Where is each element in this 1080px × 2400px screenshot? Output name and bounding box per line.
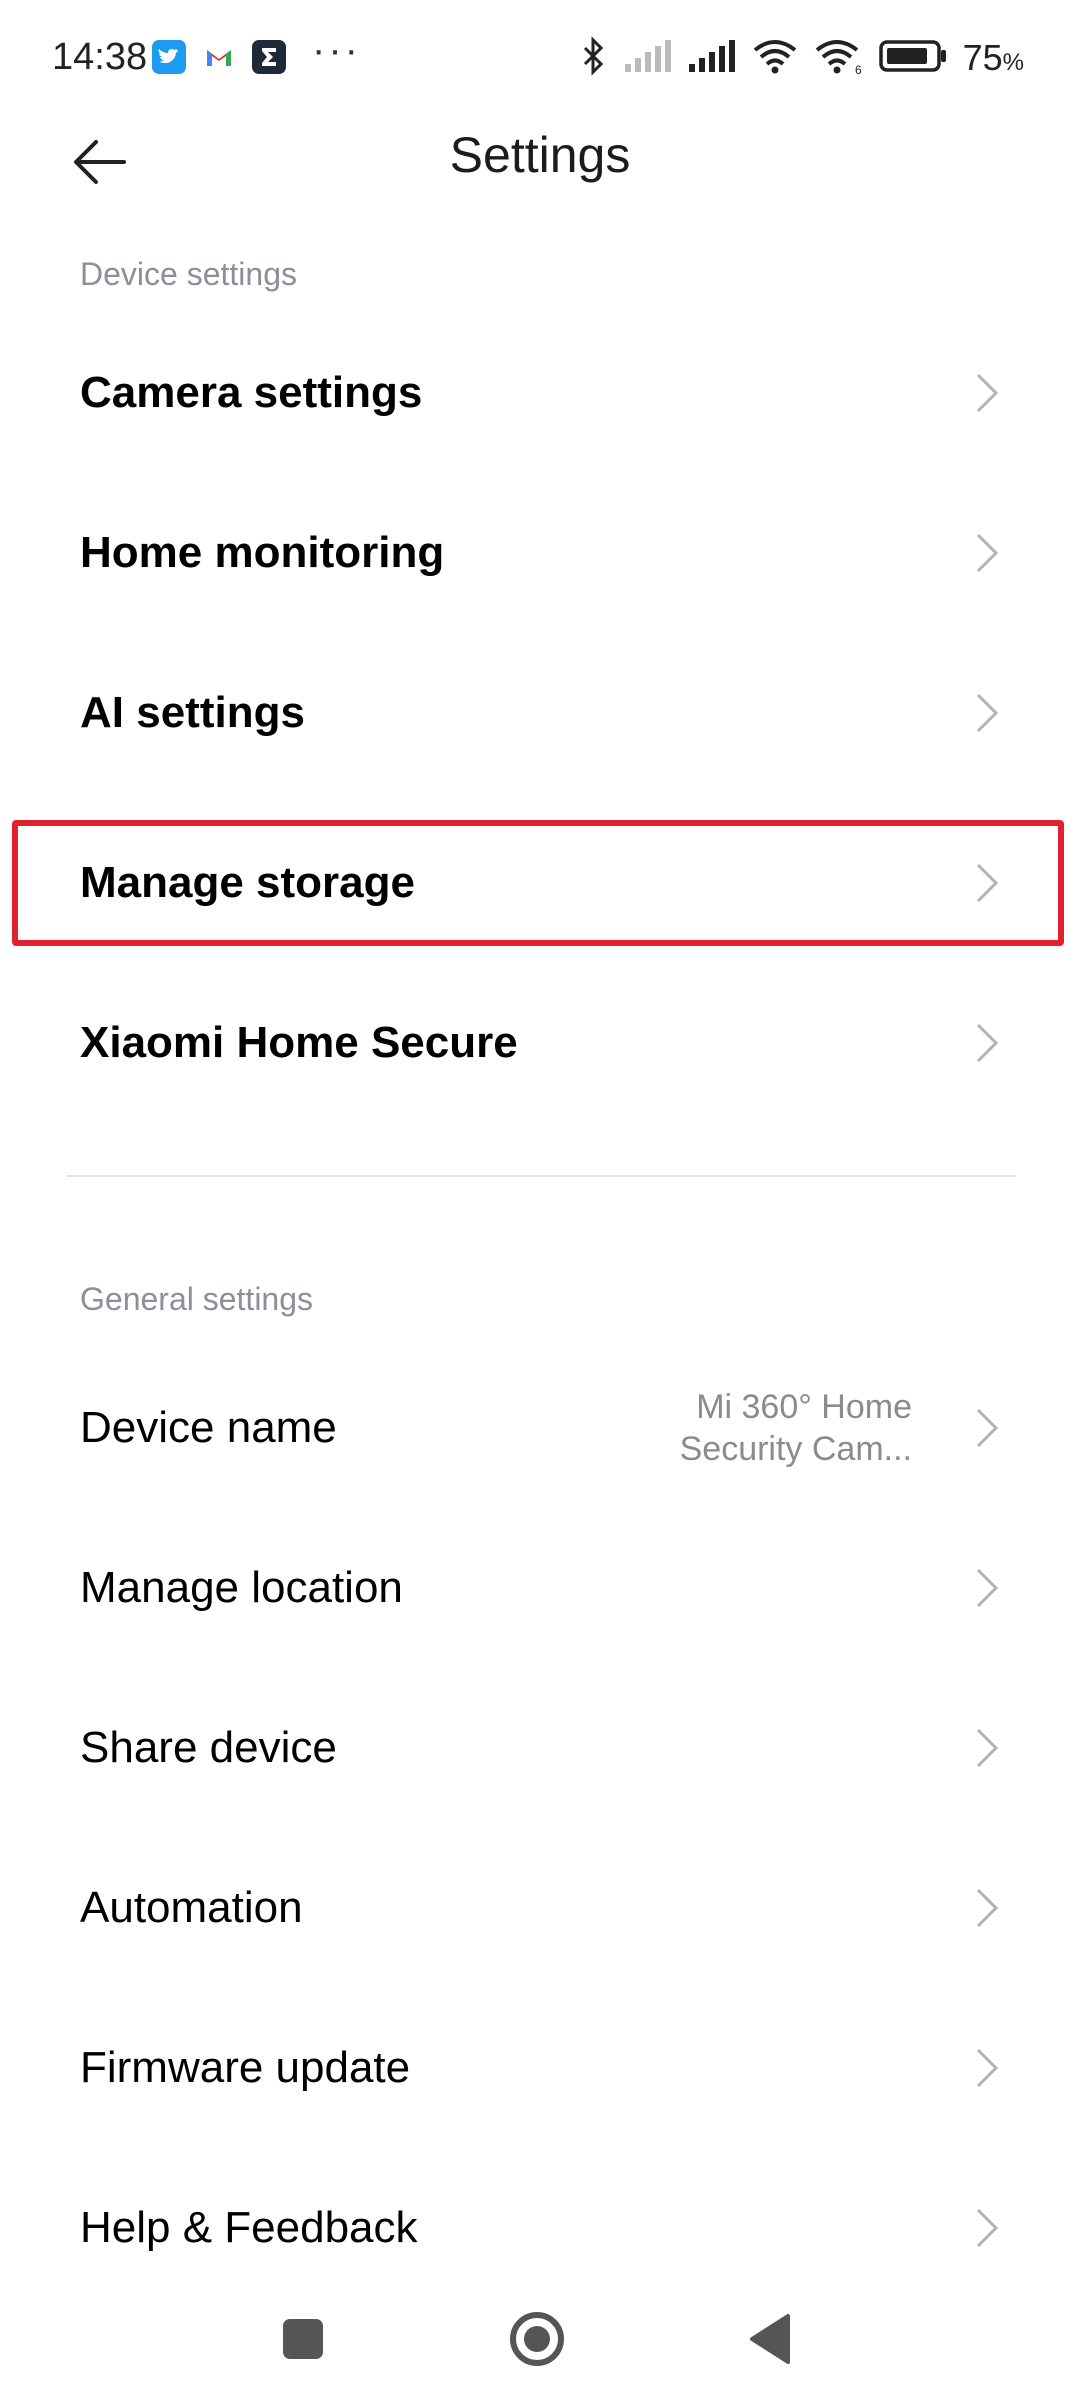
twitter-icon <box>152 40 186 74</box>
sigma-app-icon <box>252 40 286 74</box>
settings-item-home-monitoring[interactable]: Home monitoring <box>0 473 1080 633</box>
section-label-device-settings: Device settings <box>80 256 297 292</box>
device-name-value-line1: Mi 360° Home <box>696 1388 912 1426</box>
page-title: Settings <box>449 127 631 183</box>
chevron-right-icon <box>976 1888 999 1928</box>
chevron-right-icon <box>976 1023 999 1063</box>
settings-item-label: Firmware update <box>80 2043 411 2092</box>
settings-item-label: Device name <box>80 1403 337 1452</box>
chevron-right-icon <box>976 533 999 573</box>
chevron-right-icon <box>976 1728 999 1768</box>
chevron-right-icon <box>976 2048 999 2088</box>
settings-item-camera-settings[interactable]: Camera settings <box>0 313 1080 473</box>
settings-item-label: Help & Feedback <box>80 2203 418 2252</box>
settings-item-device-name[interactable]: Device name Mi 360° Home Security Cam... <box>0 1348 1080 1508</box>
recents-button[interactable] <box>266 2302 340 2376</box>
settings-item-ai-settings[interactable]: AI settings <box>0 633 1080 793</box>
settings-item-automation[interactable]: Automation <box>0 1828 1080 1988</box>
settings-item-label: Manage location <box>80 1563 403 1612</box>
chevron-right-icon <box>976 693 999 733</box>
settings-item-firmware-update[interactable]: Firmware update <box>0 1988 1080 2148</box>
settings-item-xiaomi-home-secure[interactable]: Xiaomi Home Secure <box>0 963 1080 1123</box>
highlight-box <box>12 820 1064 946</box>
gmail-icon <box>202 40 236 74</box>
back-nav-button[interactable] <box>734 2302 808 2376</box>
settings-item-label: Automation <box>80 1883 303 1932</box>
chevron-right-icon <box>976 1408 999 1448</box>
section-label-general-settings: General settings <box>80 1281 314 1317</box>
more-icon: ··· <box>312 28 361 72</box>
section-divider <box>66 1175 1016 1177</box>
status-time: 14:38 <box>52 36 148 78</box>
circle-icon <box>510 2312 564 2366</box>
square-icon <box>283 2319 323 2359</box>
settings-item-label: Camera settings <box>80 368 423 417</box>
signal-icon <box>623 38 673 79</box>
svg-text:6: 6 <box>855 63 862 76</box>
settings-item-label: Share device <box>80 1723 337 1772</box>
chevron-right-icon <box>976 373 999 413</box>
settings-item-share-device[interactable]: Share device <box>0 1668 1080 1828</box>
chevron-right-icon <box>976 2208 999 2248</box>
signal-icon <box>687 38 737 79</box>
battery-percent: 75% <box>962 37 1024 78</box>
wifi-icon <box>751 36 799 81</box>
settings-item-label: Home monitoring <box>80 528 445 577</box>
device-name-value-line2: Security Cam... <box>679 1430 912 1468</box>
triangle-left-icon <box>750 2314 790 2364</box>
status-bar: 14:38 ··· 6 75% <box>0 0 1080 116</box>
settings-item-label: AI settings <box>80 688 305 737</box>
bluetooth-icon <box>579 35 609 81</box>
settings-item-manage-location[interactable]: Manage location <box>0 1508 1080 1668</box>
battery-icon <box>878 39 949 78</box>
status-indicators: 6 75% <box>579 35 1024 81</box>
home-button[interactable] <box>500 2302 574 2376</box>
device-name-value: Mi 360° Home Security Cam... <box>652 1386 912 1470</box>
wifi-6-icon: 6 <box>813 36 865 81</box>
system-nav-bar <box>0 2280 1080 2400</box>
chevron-right-icon <box>976 1568 999 1608</box>
settings-item-label: Xiaomi Home Secure <box>80 1018 518 1067</box>
